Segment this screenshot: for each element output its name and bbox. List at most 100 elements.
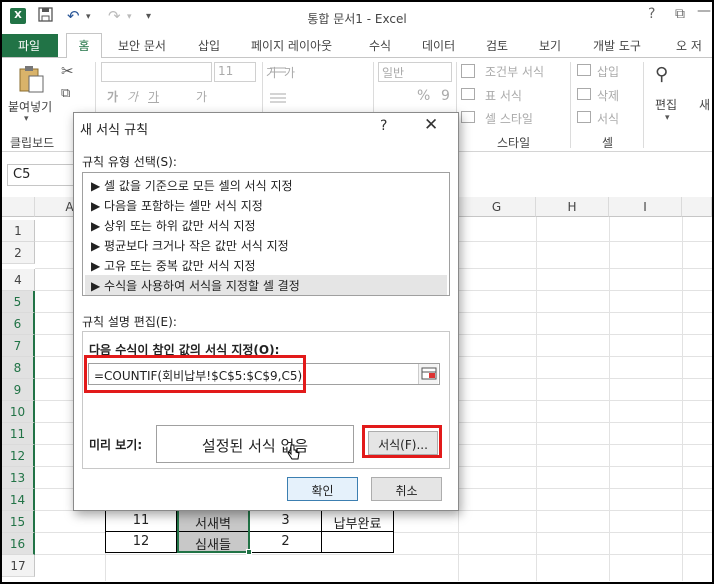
fill-handle[interactable] [246,549,252,555]
column-header-g[interactable]: G [458,197,536,217]
row-header-11[interactable]: 11 [2,423,35,445]
name-box[interactable]: C5 [7,164,77,186]
tab-protect-document[interactable]: 보안 문서 [118,34,166,57]
tab-file[interactable]: 파일 [0,34,58,57]
percent-button[interactable]: % [417,88,430,104]
cell-selection-outline [177,510,250,553]
dialog-close-button[interactable]: ✕ [424,115,438,135]
gridline [609,217,610,581]
row-header-9[interactable]: 9 [2,379,35,401]
rule-type-item-selected[interactable]: ▶ 수식을 사용하여 서식을 지정할 셀 결정 [85,275,447,295]
row-header-4[interactable]: 4 [2,269,35,291]
tab-extra[interactable]: 오 저 [676,34,702,57]
row-header-15[interactable]: 15 [2,511,35,533]
rule-type-item[interactable]: ▶ 셀 값을 기준으로 모든 셀의 서식 지정 [85,175,447,195]
gridline [682,217,683,581]
cell-styles-button[interactable]: 셀 스타일 [485,110,533,127]
clipboard-group-label: 클립보드 [10,136,55,150]
window-title: 통합 문서1 - Excel [307,12,407,26]
row-header-5[interactable]: 5 [2,291,35,313]
format-cells-icon [577,111,591,123]
bold-button[interactable]: 가 [107,88,118,105]
tab-review[interactable]: 검토 [486,34,508,57]
new-format-rule-dialog: 새 서식 규칙 ? ✕ 규칙 유형 선택(S): ▶ 셀 값을 기준으로 모든 … [73,112,459,511]
table-cell[interactable]: 12 [105,531,177,553]
cancel-button[interactable]: 취소 [371,477,442,501]
row-header-14[interactable]: 14 [2,489,35,511]
tab-developer[interactable]: 개발 도구 [593,34,641,57]
row-header-10[interactable]: 10 [2,401,35,423]
tab-insert[interactable]: 삽입 [198,34,220,57]
row-header-2[interactable]: 2 [2,242,35,264]
paste-dropdown-icon[interactable]: ▾ [24,114,29,124]
format-preview: 설정된 서식 없음 [156,425,354,463]
underline-button[interactable]: 가 [148,88,159,105]
paste-icon[interactable] [16,64,46,94]
rule-type-item[interactable]: ▶ 평균보다 크거나 작은 값만 서식 지정 [85,235,447,255]
tab-data[interactable]: 데이터 [422,34,455,57]
row-header-16[interactable]: 16 [2,533,35,555]
delete-cells-button[interactable]: 삭제 [597,87,619,104]
select-all-corner[interactable] [2,197,35,217]
gridline [35,554,712,555]
format-cells-button[interactable]: 서식 [597,110,619,127]
rule-type-item[interactable]: ▶ 상위 또는 하위 값만 서식 지정 [85,215,447,235]
range-select-icon[interactable] [418,364,438,384]
font-color-icon[interactable]: 가 [196,88,207,105]
editing-button[interactable]: 편집 [655,96,677,113]
row-header-7[interactable]: 7 [2,335,35,357]
rule-type-list[interactable]: ▶ 셀 값을 기준으로 모든 셀의 서식 지정 ▶ 다음을 포함하는 셀만 서식… [82,172,450,296]
table-format-button[interactable]: 표 서식 [485,87,522,104]
rule-type-item[interactable]: ▶ 다음을 포함하는 셀만 서식 지정 [85,195,447,215]
row-header-17[interactable]: 17 [2,555,35,577]
table-format-icon [461,88,475,100]
table-cell[interactable]: 3 [249,510,322,532]
conditional-format-icon [461,64,475,78]
font-name-combo[interactable] [101,62,212,82]
italic-button[interactable]: 가 [127,88,138,105]
cells-group-label: 셀 [602,136,614,150]
styles-group-label: 스타일 [497,136,531,150]
cut-icon[interactable]: ✂ [61,62,74,80]
conditional-format-button[interactable]: 조건부 서식 [485,63,544,80]
rule-type-item[interactable]: ▶ 고유 또는 중복 값만 서식 지정 [85,255,447,275]
binoculars-icon: ⚲ [655,64,669,85]
minimize-icon[interactable]: — [697,3,711,19]
table-cell[interactable] [321,531,394,553]
insert-cells-icon [577,64,591,76]
ribbon-display-icon[interactable]: ⧉ [675,6,685,22]
tab-formulas[interactable]: 수식 [369,34,391,57]
edit-description-label: 규칙 설명 편집(E): [82,315,177,329]
row-header-1[interactable]: 1 [2,220,35,242]
help-icon[interactable]: ? [648,6,655,22]
cell-styles-icon [461,111,475,123]
row-header-8[interactable]: 8 [2,357,35,379]
editing-dropdown-icon[interactable]: ▾ [665,113,670,123]
font-size-combo[interactable]: 11 [214,62,256,82]
paste-button[interactable]: 붙여넣기 [8,98,52,115]
insert-cells-button[interactable]: 삽입 [597,63,619,80]
number-format-combo[interactable]: 일반 [378,62,452,82]
row-header-13[interactable]: 13 [2,467,35,489]
column-header-j[interactable] [682,197,712,217]
tab-view[interactable]: 보기 [539,34,561,57]
table-cell[interactable]: 2 [249,531,322,553]
tab-home[interactable]: 홈 [66,33,102,58]
ok-button[interactable]: 확인 [287,477,358,501]
dialog-title: 새 서식 규칙 [80,123,149,138]
column-header-i[interactable]: I [609,197,682,217]
table-cell[interactable]: 11 [105,510,177,532]
column-header-h[interactable]: H [536,197,609,217]
preview-label: 미리 보기: [89,438,143,452]
highlight-format-button [362,425,442,458]
row-header-6[interactable]: 6 [2,313,35,335]
rule-type-label: 규칙 유형 선택(S): [82,155,177,169]
comma-button[interactable]: 9 [441,88,450,104]
tab-page-layout[interactable]: 페이지 레이아웃 [251,34,332,57]
ribbon-extra-label[interactable]: 새 [699,96,710,113]
ribbon-separator [570,62,571,148]
copy-icon[interactable]: ⧉ [61,86,70,101]
dialog-help-button[interactable]: ? [380,118,387,134]
row-header-12[interactable]: 12 [2,445,35,467]
table-cell[interactable]: 납부완료 [321,510,394,532]
